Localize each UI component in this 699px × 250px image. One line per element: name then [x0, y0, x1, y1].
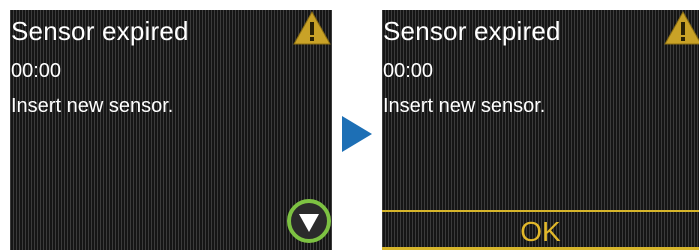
instruction-message: Insert new sensor. — [383, 95, 546, 117]
ok-button-label: OK — [520, 216, 561, 247]
screen-title: Sensor expired — [383, 16, 561, 46]
next-step-arrow-icon — [342, 116, 372, 152]
screen-title: Sensor expired — [11, 16, 189, 46]
scroll-down-button[interactable] — [286, 198, 332, 244]
sensor-expired-screen: Sensor expired 00:00 Insert new sensor. — [10, 10, 332, 250]
sensor-expired-screen-ok: Sensor expired 00:00 Insert new sensor. … — [382, 10, 699, 250]
warning-icon — [664, 10, 699, 45]
time-value: 00:00 — [11, 60, 62, 82]
time-value: 00:00 — [383, 60, 434, 82]
warning-icon — [293, 10, 331, 45]
ok-button[interactable]: OK — [382, 210, 699, 250]
instruction-message: Insert new sensor. — [11, 95, 174, 117]
